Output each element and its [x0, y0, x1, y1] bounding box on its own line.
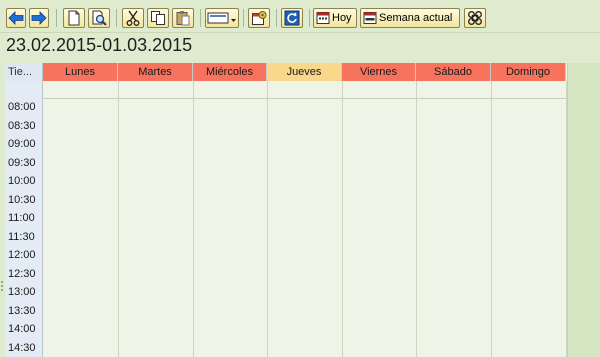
- column-divider: [491, 81, 492, 357]
- toolbar-separator: [276, 9, 277, 27]
- toolbar-separator: [309, 9, 310, 27]
- time-slot-label: 11:30: [8, 231, 35, 243]
- day-header-friday[interactable]: Viernes: [342, 63, 416, 81]
- column-divider: [416, 81, 417, 357]
- time-column: 08:00 08:30 09:00 09:30 10:00 10:30 11:0…: [5, 99, 43, 357]
- time-column-header[interactable]: Tie...: [5, 63, 43, 81]
- day-header-monday[interactable]: Lunes: [43, 63, 118, 81]
- paste-button[interactable]: [172, 8, 194, 28]
- grip-dot: [1, 281, 3, 283]
- refresh-button[interactable]: [281, 8, 303, 28]
- calendar-week-icon: [363, 12, 377, 24]
- time-slot-label: 08:00: [8, 101, 36, 113]
- grip-dot: [1, 285, 3, 287]
- copy-button[interactable]: [147, 8, 169, 28]
- time-slot-label: 13:00: [8, 286, 36, 298]
- new-document-button[interactable]: [63, 8, 85, 28]
- week-calendar-grid: Tie... Lunes Martes Miércoles Jueves Vie…: [5, 63, 567, 357]
- arrow-left-icon: [8, 11, 24, 25]
- settings-button[interactable]: [248, 8, 270, 28]
- side-pane: [567, 63, 600, 357]
- calendar-header-row: Tie... Lunes Martes Miércoles Jueves Vie…: [5, 63, 567, 81]
- day-header-wednesday[interactable]: Miércoles: [193, 63, 267, 81]
- column-divider: [118, 81, 119, 357]
- cut-button[interactable]: [122, 8, 144, 28]
- time-slot-label: 12:00: [8, 249, 36, 261]
- time-slot-label: 10:30: [8, 194, 36, 206]
- time-slot-label: 11:00: [8, 212, 35, 224]
- all-day-time-cell: [5, 81, 43, 99]
- application-toolbar: Hoy Semana actual: [0, 0, 600, 33]
- today-button-label: Hoy: [332, 12, 352, 24]
- day-header-sunday[interactable]: Domingo: [491, 63, 566, 81]
- find-button[interactable]: [88, 8, 110, 28]
- time-slot-label: 09:30: [8, 157, 36, 169]
- date-range-title: 23.02.2015-01.03.2015: [6, 35, 193, 55]
- grip-dot: [1, 289, 3, 291]
- column-divider: [342, 81, 343, 357]
- time-slot-label: 08:30: [8, 120, 36, 132]
- copy-icon: [151, 11, 165, 25]
- time-slot-label: 09:00: [8, 138, 36, 150]
- command-button[interactable]: [464, 8, 486, 28]
- current-week-button-label: Semana actual: [379, 12, 453, 24]
- forward-button[interactable]: [29, 8, 49, 28]
- time-slot-label: 14:00: [8, 323, 36, 335]
- column-divider: [267, 81, 268, 357]
- arrow-right-icon: [31, 11, 47, 25]
- view-dropdown-button[interactable]: [205, 8, 239, 28]
- calendar-icon: [316, 12, 330, 24]
- today-button[interactable]: Hoy: [313, 8, 357, 28]
- calendar-settings-icon: [252, 11, 267, 25]
- view-dropdown-icon: [207, 12, 236, 24]
- current-week-button[interactable]: Semana actual: [360, 8, 460, 28]
- all-day-row[interactable]: [5, 81, 567, 99]
- magnifier-document-icon: [92, 10, 107, 26]
- time-slot-label: 10:00: [8, 175, 36, 187]
- day-header-saturday[interactable]: Sábado: [416, 63, 491, 81]
- toolbar-separator: [200, 9, 201, 27]
- time-slot-label: 12:30: [8, 268, 36, 280]
- day-header-thursday[interactable]: Jueves: [267, 63, 342, 81]
- toolbar-separator: [243, 9, 244, 27]
- command-icon: [468, 11, 482, 25]
- paste-icon: [176, 11, 190, 26]
- day-header-tuesday[interactable]: Martes: [118, 63, 193, 81]
- scissors-icon: [126, 10, 140, 26]
- column-divider: [193, 81, 194, 357]
- time-slot-label: 13:30: [8, 305, 36, 317]
- refresh-icon: [284, 10, 300, 26]
- new-document-icon: [68, 10, 80, 26]
- toolbar-separator: [56, 9, 57, 27]
- toolbar-separator: [116, 9, 117, 27]
- time-slot-label: 14:30: [8, 342, 36, 354]
- back-button[interactable]: [6, 8, 26, 28]
